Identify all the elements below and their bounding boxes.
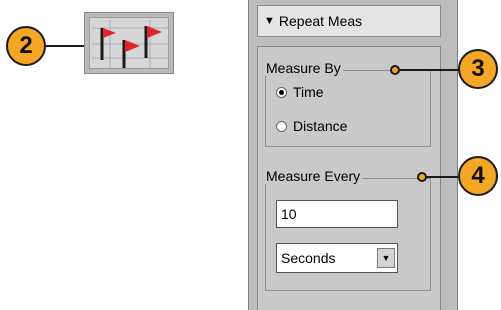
measure-every-group: Measure Every 10 Seconds ▼ <box>264 168 431 291</box>
callout-4: 4 <box>458 156 498 196</box>
repeat-measurement-flags-icon <box>92 20 168 68</box>
callout-3-number: 3 <box>471 55 485 82</box>
panel-body: Measure By Time Distance Measure Every 1… <box>257 46 441 310</box>
radio-distance-label: Distance <box>293 118 348 134</box>
radio-distance[interactable]: Distance <box>276 118 347 134</box>
dropdown-arrow-icon[interactable]: ▼ <box>377 248 395 268</box>
radio-time-indicator[interactable] <box>276 86 287 98</box>
measure-every-unit-select[interactable]: Seconds ▼ <box>276 243 398 273</box>
callout-2-number: 2 <box>19 32 33 59</box>
radio-time[interactable]: Time <box>276 84 324 100</box>
radio-time-label: Time <box>293 84 324 100</box>
repeat-meas-header[interactable]: ▼ Repeat Meas <box>257 5 441 37</box>
repeat-meas-panel: ▼ Repeat Meas Measure By Time Distance M… <box>248 0 458 310</box>
repeat-measurement-button[interactable] <box>84 12 174 74</box>
panel-header-label: Repeat Meas <box>278 13 363 29</box>
callout-4-number: 4 <box>471 162 485 189</box>
callout-4-leader <box>425 176 460 178</box>
measure-by-group: Measure By Time Distance <box>264 60 431 147</box>
repeat-measurement-button-face <box>89 17 169 69</box>
callout-2: 2 <box>6 26 46 66</box>
callout-3: 3 <box>458 49 498 89</box>
callout-3-leader <box>398 69 460 71</box>
measure-every-value-input[interactable]: 10 <box>276 200 398 228</box>
unit-select-value: Seconds <box>281 250 336 266</box>
measure-by-title: Measure By <box>264 60 343 76</box>
measure-every-title: Measure Every <box>264 168 363 184</box>
radio-distance-indicator[interactable] <box>276 120 287 132</box>
collapse-triangle-icon: ▼ <box>264 15 275 27</box>
